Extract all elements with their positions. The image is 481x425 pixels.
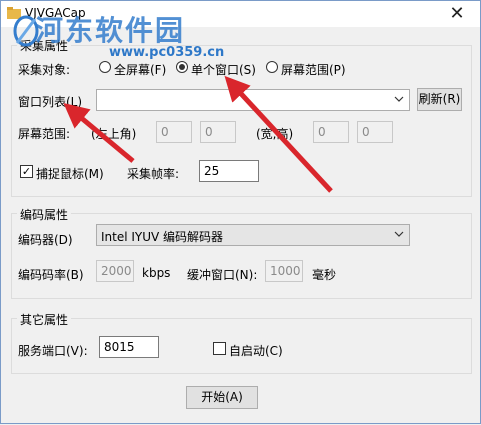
start-button[interactable]: 开始(A) bbox=[186, 386, 258, 409]
top-left-y-input[interactable]: 0 bbox=[200, 121, 236, 143]
window-list-dropdown[interactable] bbox=[96, 89, 410, 111]
capture-mouse-checkbox[interactable]: ✓ bbox=[20, 165, 33, 178]
encoder-value: Intel IYUV 编码解码器 bbox=[101, 230, 224, 244]
watermark-text: 河东软件园 bbox=[35, 14, 186, 47]
single-window-radio[interactable] bbox=[176, 61, 188, 73]
buffer-unit: 毫秒 bbox=[312, 268, 337, 282]
chevron-down-icon bbox=[394, 231, 404, 237]
height-input[interactable]: 0 bbox=[357, 121, 393, 143]
width-input[interactable]: 0 bbox=[313, 121, 349, 143]
refresh-button[interactable]: 刷新(R) bbox=[417, 88, 462, 111]
bitrate-unit: kbps bbox=[142, 266, 171, 280]
top-left-x-input[interactable]: 0 bbox=[156, 121, 192, 143]
encode-group-label: 编码属性 bbox=[17, 206, 72, 223]
bitrate-input[interactable]: 2000 bbox=[96, 260, 134, 282]
port-label: 服务端口(V): bbox=[18, 344, 88, 358]
fullscreen-radio[interactable] bbox=[99, 61, 111, 73]
fullscreen-radio-label[interactable]: 全屏幕(F) bbox=[114, 61, 166, 78]
capture-mouse-label[interactable]: 捕捉鼠标(M) bbox=[36, 165, 104, 182]
screen-range-radio-label[interactable]: 屏幕范围(P) bbox=[281, 61, 346, 78]
port-input[interactable]: 8015 bbox=[99, 336, 159, 358]
chevron-down-icon bbox=[394, 96, 404, 102]
screen-range-radio[interactable] bbox=[266, 61, 278, 73]
buffer-input[interactable]: 1000 bbox=[265, 260, 303, 282]
window-list-label: 窗口列表(L) bbox=[18, 95, 83, 109]
size-label: (宽,高) bbox=[256, 127, 294, 141]
screen-range-label: 屏幕范围: bbox=[18, 127, 71, 141]
watermark-url: www.pc0359.cn bbox=[109, 45, 225, 60]
fps-label: 采集帧率: bbox=[127, 167, 180, 181]
bitrate-label: 编码码率(B) bbox=[18, 268, 84, 282]
close-button[interactable]: ✕ bbox=[434, 1, 480, 27]
capture-object-label: 采集对象: bbox=[18, 63, 71, 77]
top-left-label: (左上角) bbox=[91, 127, 137, 141]
autostart-checkbox[interactable] bbox=[213, 342, 226, 355]
fps-input[interactable]: 25 bbox=[199, 160, 259, 182]
autostart-label[interactable]: 自启动(C) bbox=[229, 342, 283, 359]
single-window-radio-label[interactable]: 单个窗口(S) bbox=[191, 61, 256, 78]
buffer-label: 缓冲窗口(N): bbox=[187, 268, 258, 282]
other-group-label: 其它属性 bbox=[17, 311, 72, 328]
app-window: VJVGACap ✕ 采集属性 采集对象: 全屏幕(F) 单个窗口(S) 屏幕范… bbox=[0, 0, 481, 424]
encoder-label: 编码器(D) bbox=[18, 233, 73, 247]
encoder-dropdown[interactable]: Intel IYUV 编码解码器 bbox=[96, 224, 410, 246]
